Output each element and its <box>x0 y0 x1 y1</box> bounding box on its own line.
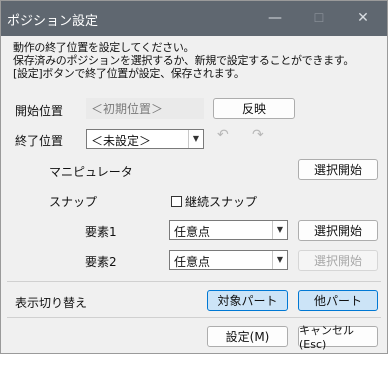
element2-value: 任意点 <box>174 255 211 269</box>
minimize-button[interactable]: — <box>253 1 297 36</box>
title-bar[interactable]: ポジション設定 — ☐ ✕ <box>1 1 387 36</box>
divider <box>7 317 381 318</box>
ok-button[interactable]: 設定(M) <box>207 326 288 347</box>
element2-select[interactable]: 任意点 ▼ <box>169 250 288 270</box>
display-switch-label: 表示切り替え <box>15 296 88 310</box>
other-part-button[interactable]: 他パート <box>298 290 378 311</box>
maximize-button[interactable]: ☐ <box>297 1 341 36</box>
window-title: ポジション設定 <box>7 14 99 29</box>
end-position-select[interactable]: ＜未設定＞ ▼ <box>86 129 204 149</box>
target-part-button[interactable]: 対象パート <box>207 290 288 311</box>
element2-label: 要素2 <box>85 255 117 269</box>
apply-button[interactable]: 反映 <box>213 98 295 119</box>
element1-label: 要素1 <box>85 225 117 239</box>
end-position-value: ＜未設定＞ <box>91 134 152 148</box>
position-settings-dialog: ポジション設定 — ☐ ✕ 動作の終了位置を設定してください。 保存済みのポジシ… <box>0 0 388 354</box>
element1-select-start-button[interactable]: 選択開始 <box>298 220 378 241</box>
start-position-field: ＜初期位置＞ <box>86 98 204 119</box>
cancel-button[interactable]: キャンセル(Esc) <box>298 324 378 351</box>
start-position-value: ＜初期位置＞ <box>91 102 164 116</box>
close-button[interactable]: ✕ <box>341 1 385 36</box>
continuous-snap-checkbox[interactable]: 継続スナップ <box>171 193 257 210</box>
checkbox-box[interactable] <box>171 196 182 207</box>
element2-select-start-button: 選択開始 <box>298 250 378 271</box>
continuous-snap-label: 継続スナップ <box>185 195 258 209</box>
chevron-down-icon[interactable]: ▼ <box>188 130 203 148</box>
chevron-down-icon[interactable]: ▼ <box>272 251 287 269</box>
end-position-label: 終了位置 <box>15 134 64 148</box>
undo-icon[interactable]: ↶ <box>217 127 229 143</box>
manipulator-label: マニピュレータ <box>49 165 133 179</box>
instructions-text: 動作の終了位置を設定してください。 保存済みのポジションを選択するか、新規で設定… <box>13 41 355 80</box>
chevron-down-icon[interactable]: ▼ <box>272 221 287 239</box>
snap-label: スナップ <box>49 195 98 209</box>
redo-icon[interactable]: ↷ <box>252 127 264 143</box>
element1-select[interactable]: 任意点 ▼ <box>169 220 288 240</box>
divider <box>7 281 381 282</box>
manipulator-select-start-button[interactable]: 選択開始 <box>298 159 378 180</box>
element1-value: 任意点 <box>174 225 211 239</box>
start-position-label: 開始位置 <box>15 104 64 118</box>
